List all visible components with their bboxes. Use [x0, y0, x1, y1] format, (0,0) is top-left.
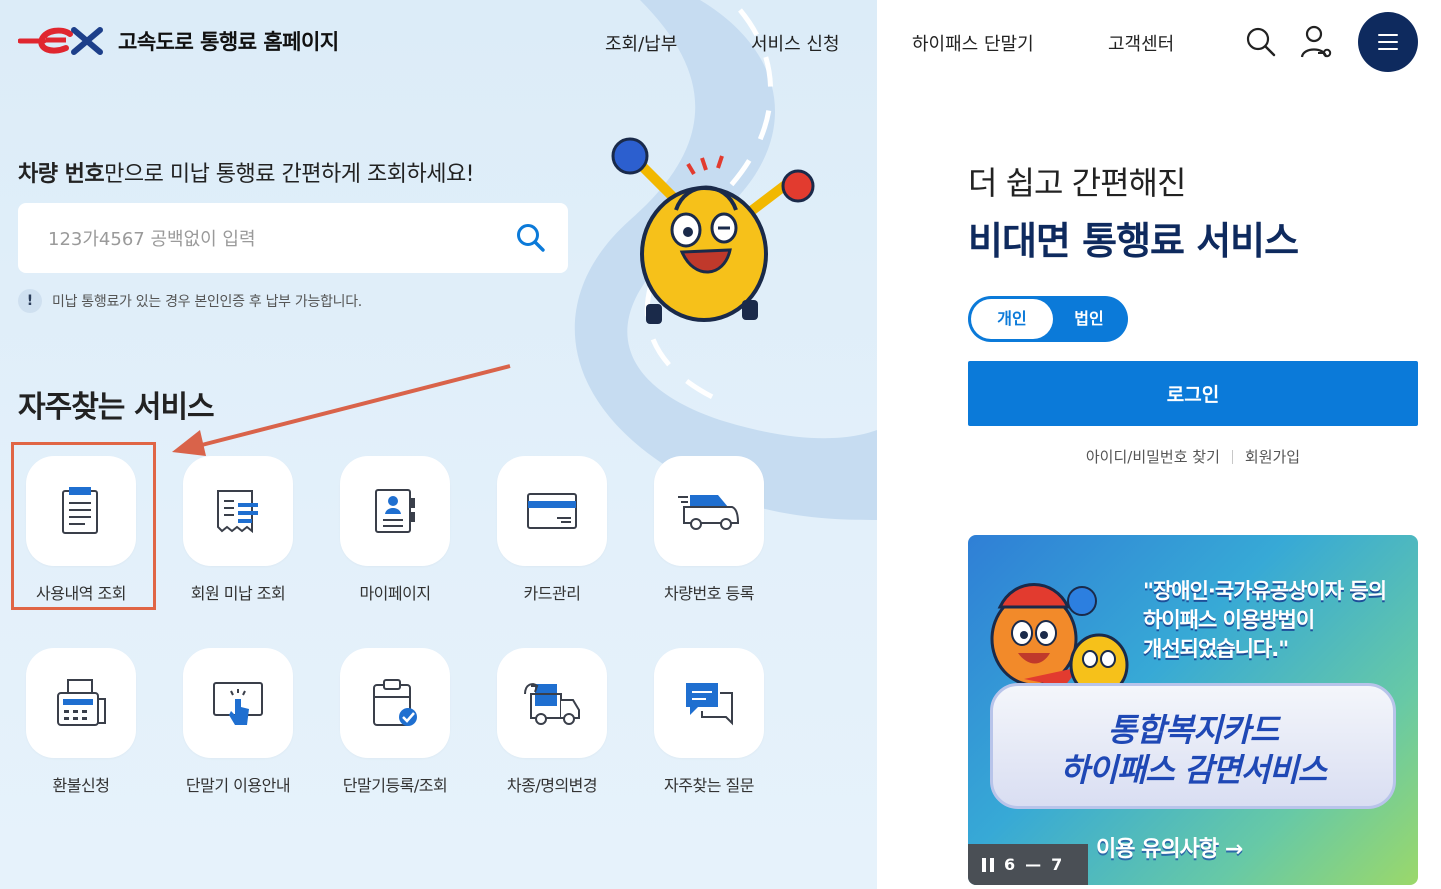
nav-inquiry-payment[interactable]: 조회/납부 [605, 30, 677, 56]
toggle-personal[interactable]: 개인 [971, 299, 1053, 339]
nav-service-apply[interactable]: 서비스 신청 [751, 30, 840, 56]
banner-controls: 6 — 7 [968, 844, 1088, 885]
search-heading: 차량 번호만으로 미납 통행료 간편하게 조회하세요! [18, 156, 474, 188]
service-label: 카드관리 [523, 584, 581, 603]
ex-logo-icon [18, 27, 103, 55]
signup-link[interactable]: 회원가입 [1245, 446, 1300, 467]
service-vehicle-registration[interactable]: 차량번호 등록 [644, 456, 774, 604]
service-vehicle-owner-change[interactable]: 차종/명의변경 [487, 648, 617, 796]
exclamation-icon: ! [18, 289, 42, 313]
site-logo[interactable]: 고속도로 통행료 홈페이지 [18, 22, 339, 60]
banner-headline-2: 하이패스 감면서비스 [1059, 751, 1327, 789]
service-device-register[interactable]: 단말기등록/조회 [330, 648, 460, 796]
service-label: 환불신청 [52, 776, 110, 795]
banner-quote-line: 하이패스 이용방법이 [1143, 608, 1315, 632]
banner-quote-line: 개선되었습니다." [1143, 637, 1289, 661]
highlight-annotation-box [11, 442, 156, 610]
touch-screen-icon [213, 682, 263, 725]
service-label: 자주찾는 질문 [664, 776, 754, 795]
promo-banner[interactable]: "장애인·국가유공상이자 등의 하이패스 이용방법이 개선되었습니다." 통합복… [968, 535, 1418, 885]
find-id-password-link[interactable]: 아이디/비밀번호 찾기 [1086, 446, 1220, 467]
service-member-unpaid[interactable]: 회원 미납 조회 [173, 456, 303, 604]
banner-index-separator: — [1025, 855, 1042, 874]
profile-card-icon [375, 489, 415, 533]
nav-hipass-device[interactable]: 하이패스 단말기 [912, 30, 1034, 56]
service-label: 단말기 이용안내 [185, 776, 291, 795]
notice-text: 미납 통행료가 있는 경우 본인인증 후 납부 가능합니다. [52, 294, 362, 310]
clipboard-check-icon [373, 679, 417, 726]
service-label: 차종/명의변경 [506, 776, 598, 795]
service-faq[interactable]: 자주찾는 질문 [644, 648, 774, 796]
banner-current-index: 6 [1004, 855, 1016, 874]
banner-total-count: 7 [1051, 855, 1063, 874]
hamburger-menu-icon[interactable] [1358, 12, 1418, 72]
search-heading-bold: 차량 번호 [18, 162, 105, 187]
login-button[interactable]: 로그인 [968, 361, 1418, 426]
nav-customer-center[interactable]: 고객센터 [1108, 30, 1174, 56]
receipt-icon [217, 490, 258, 534]
promo-subtitle: 더 쉽고 간편해진 [968, 164, 1186, 202]
truck-swap-icon [524, 683, 580, 725]
toggle-corporate[interactable]: 법인 [1054, 299, 1124, 339]
site-title: 고속도로 통행료 홈페이지 [118, 30, 339, 54]
pause-icon[interactable] [982, 857, 994, 872]
search-icon [517, 224, 545, 252]
annotation-arrow-icon [172, 364, 511, 456]
plate-search-button[interactable] [516, 223, 546, 257]
service-label: 회원 미납 조회 [190, 584, 286, 603]
member-type-toggle: 개인 법인 [968, 296, 1128, 342]
banner-caution-link[interactable]: 이용 유의사항 → [1096, 831, 1243, 863]
plate-search-box [18, 203, 568, 275]
service-card-management[interactable]: 카드관리 [487, 456, 617, 604]
chat-bubbles-icon [686, 683, 733, 726]
plate-number-input[interactable] [46, 203, 510, 275]
banner-quote: "장애인·국가유공상이자 등의 하이패스 이용방법이 개선되었습니다." [1143, 577, 1413, 664]
search-heading-rest: 만으로 미납 통행료 간편하게 조회하세요! [104, 162, 474, 187]
service-label: 차량번호 등록 [664, 584, 754, 603]
link-divider [1231, 449, 1233, 464]
service-mypage[interactable]: 마이페이지 [330, 456, 460, 604]
service-label: 마이페이지 [359, 584, 431, 603]
credit-card-icon [527, 493, 577, 529]
service-label: 단말기등록/조회 [342, 776, 448, 795]
notice: ! 미납 통행료가 있는 경우 본인인증 후 납부 가능합니다. [18, 289, 362, 313]
service-refund[interactable]: 환불신청 [16, 648, 146, 796]
account-links: 아이디/비밀번호 찾기 회원가입 [968, 446, 1418, 467]
banner-quote-line: "장애인·국가유공상이자 등의 [1143, 579, 1387, 603]
car-icon [678, 495, 740, 530]
mascot-illustration [611, 137, 815, 324]
fax-icon [57, 679, 106, 726]
user-icon[interactable] [1300, 25, 1332, 63]
service-device-guide[interactable]: 단말기 이용안내 [173, 648, 303, 796]
promo-title: 비대면 통행료 서비스 [968, 219, 1299, 263]
search-icon[interactable] [1246, 27, 1276, 61]
